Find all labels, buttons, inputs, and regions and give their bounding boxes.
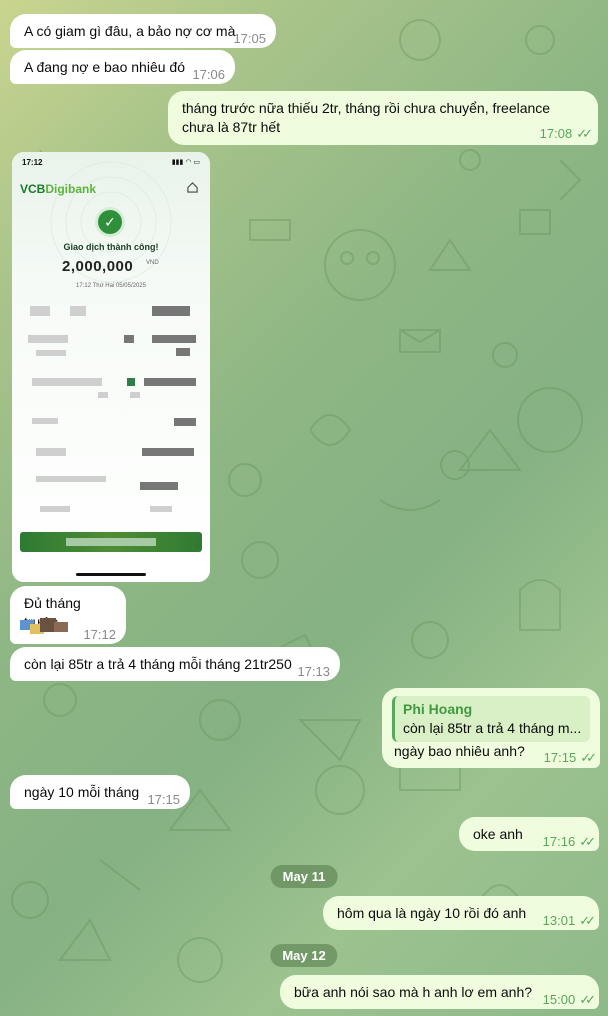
date-separator: May 11 <box>270 865 338 888</box>
message-bubble-outgoing[interactable]: hôm qua là ngày 10 rồi đó anh 13:01 ✓✓ <box>323 896 599 930</box>
message-bubble-incoming[interactable]: Đủ tháng trước 17:12 <box>10 586 126 644</box>
message-time: 17:16 ✓✓ <box>542 834 596 849</box>
action-button-bar <box>20 532 202 552</box>
message-bubble-incoming[interactable]: A đang nợ e bao nhiêu đó 17:06 <box>10 50 235 84</box>
phone-status-time: 17:12 <box>22 158 43 167</box>
date-separator: May 12 <box>270 944 338 967</box>
message-time: 17:15 <box>147 792 180 807</box>
read-receipt-icon: ✓✓ <box>580 750 597 765</box>
message-time: 17:13 <box>297 664 330 679</box>
message-time: 17:06 <box>192 67 225 82</box>
message-text: hôm qua là ngày 10 rồi đó anh <box>337 905 527 921</box>
message-bubble-incoming[interactable]: ngày 10 mỗi tháng 17:15 <box>10 775 190 809</box>
signal-wifi-battery-icon: ▮▮▮ ◠ ▭ <box>171 159 200 166</box>
transaction-datetime: 17:12 Thứ Hai 05/05/2025 <box>76 283 146 289</box>
message-text: oke anh <box>473 826 523 842</box>
bank-receipt-image[interactable]: 17:12 ▮▮▮ ◠ ▭ VCBDigibank ✓ Giao dịch th… <box>12 152 210 582</box>
transaction-status: Giao dịch thành công! <box>63 242 159 252</box>
message-text: tháng trước nữa thiếu 2tr, tháng rồi chư… <box>182 100 551 135</box>
reply-quoted-text: còn lại 85tr a trả 4 tháng m... <box>403 720 582 736</box>
read-receipt-icon: ✓✓ <box>579 913 596 928</box>
message-time: 13:01 ✓✓ <box>542 913 596 928</box>
message-text: ngày 10 mỗi tháng <box>24 784 140 800</box>
message-bubble-outgoing[interactable]: tháng trước nữa thiếu 2tr, tháng rồi chư… <box>168 91 598 145</box>
vcb-digibank-logo: VCBDigibank <box>20 182 97 196</box>
message-bubble-incoming[interactable]: A có giam gì đâu, a bảo nợ cơ mà 17:05 <box>10 14 276 48</box>
success-check-icon: ✓ <box>98 210 122 234</box>
read-receipt-icon: ✓✓ <box>579 834 596 849</box>
message-time: 17:05 <box>233 31 266 46</box>
reply-author: Phi Hoang <box>403 701 473 717</box>
message-text: còn lại 85tr a trả 4 tháng mỗi tháng 21t… <box>24 656 292 672</box>
message-time: 17:12 <box>83 627 116 642</box>
message-text: ngày bao nhiêu anh? <box>394 743 525 759</box>
transaction-amount: 2,000,000 <box>62 258 134 275</box>
message-time: 15:00 ✓✓ <box>542 992 596 1007</box>
message-text: A đang nợ e bao nhiêu đó <box>24 59 185 75</box>
message-text: A có giam gì đâu, a bảo nợ cơ mà <box>24 23 236 39</box>
reply-preview[interactable]: Phi Hoang còn lại 85tr a trả 4 tháng m..… <box>392 696 590 742</box>
message-bubble-outgoing[interactable]: bữa anh nói sao mà h anh lơ em anh? 15:0… <box>280 975 599 1009</box>
read-receipt-icon: ✓✓ <box>579 992 596 1007</box>
message-time: 17:15 ✓✓ <box>543 750 597 765</box>
message-bubble-outgoing[interactable]: Phi Hoang còn lại 85tr a trả 4 tháng m..… <box>382 688 600 768</box>
home-icon <box>187 182 198 193</box>
currency-label: VND <box>146 260 159 266</box>
home-indicator <box>76 573 146 576</box>
attached-sticker-image[interactable] <box>20 616 76 638</box>
message-bubble-incoming[interactable]: còn lại 85tr a trả 4 tháng mỗi tháng 21t… <box>10 647 340 681</box>
read-receipt-icon: ✓✓ <box>576 126 593 141</box>
message-time: 17:08 ✓✓ <box>539 126 593 141</box>
message-bubble-outgoing[interactable]: oke anh 17:16 ✓✓ <box>459 817 599 851</box>
message-text: bữa anh nói sao mà h anh lơ em anh? <box>294 984 533 1000</box>
